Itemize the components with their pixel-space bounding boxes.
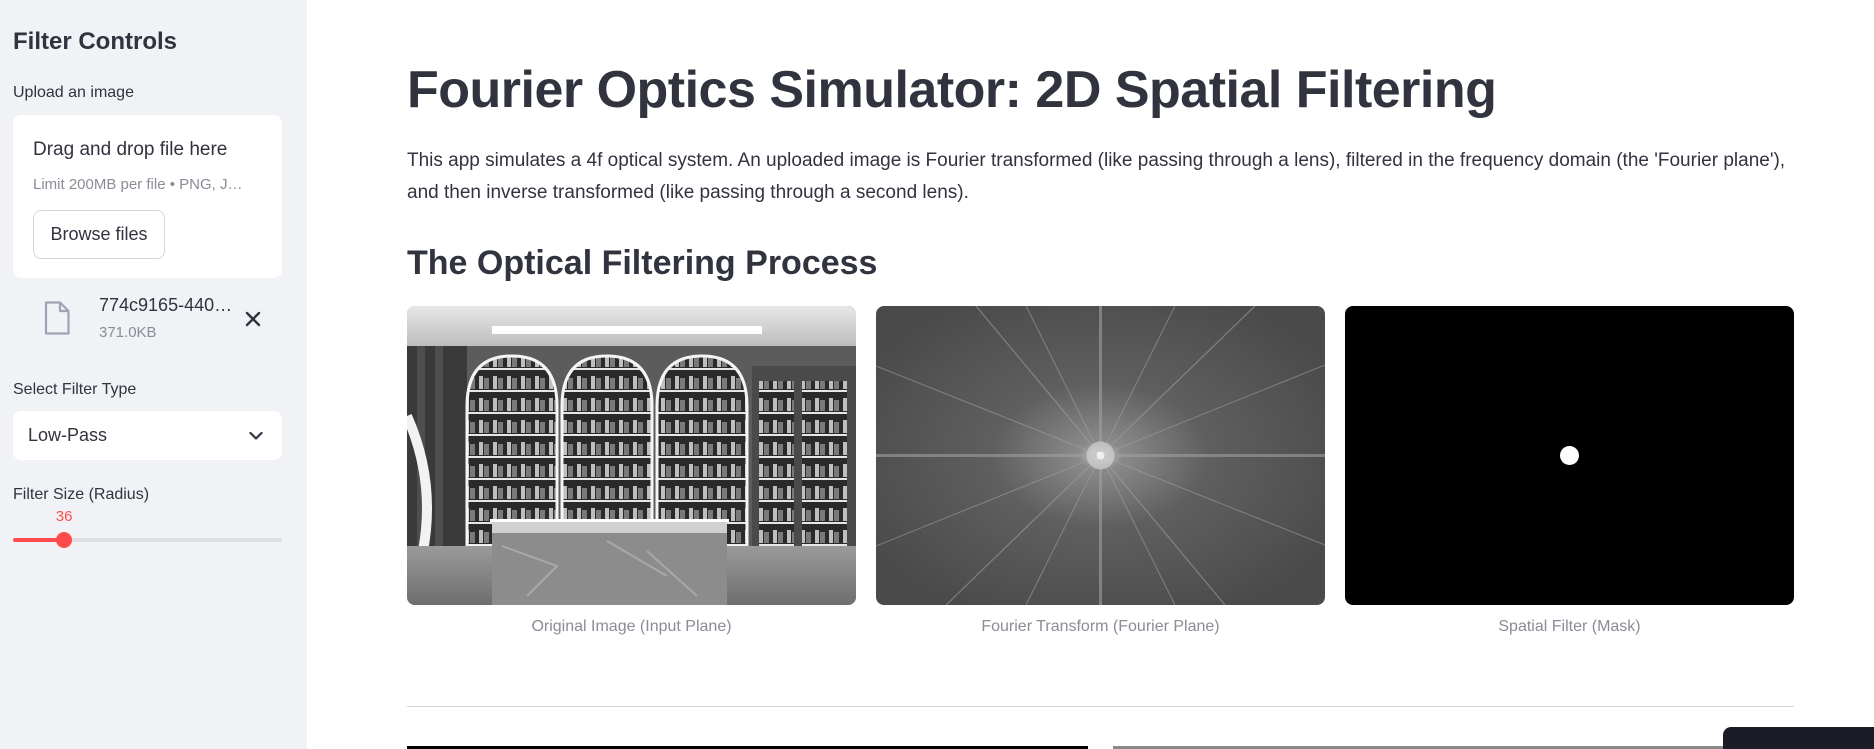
sidebar: Filter Controls Upload an image Drag and… xyxy=(0,0,307,749)
file-icon xyxy=(44,301,70,335)
uploaded-file-row: 774c9165-440… 371.0KB xyxy=(13,290,282,350)
uploaded-file-size: 371.0KB xyxy=(99,324,157,341)
caption-mask: Spatial Filter (Mask) xyxy=(1498,618,1641,635)
close-icon[interactable] xyxy=(240,306,266,332)
radius-slider[interactable]: 36 xyxy=(13,508,282,548)
divider xyxy=(407,706,1794,707)
radius-slider-thumb[interactable] xyxy=(56,532,73,548)
file-dropzone[interactable]: Drag and drop file here Limit 200MB per … xyxy=(13,115,282,278)
page-title: Fourier Optics Simulator: 2D Spatial Fil… xyxy=(407,61,1497,119)
filter-type-label: Select Filter Type xyxy=(13,381,137,398)
intro-paragraph: This app simulates a 4f optical system. … xyxy=(407,150,1786,203)
filter-type-select[interactable]: Low-Pass xyxy=(13,411,282,460)
upload-label: Upload an image xyxy=(13,84,134,101)
caption-original: Original Image (Input Plane) xyxy=(531,618,732,635)
sidebar-title: Filter Controls xyxy=(13,28,178,55)
fourier-transform-image xyxy=(876,306,1325,605)
uploaded-file-name: 774c9165-440… xyxy=(99,295,233,315)
dropzone-title: Drag and drop file here xyxy=(33,139,228,160)
spatial-filter-mask-image xyxy=(1345,306,1794,605)
status-widget[interactable] xyxy=(1723,727,1874,749)
dropzone-limit: Limit 200MB per file • PNG, J… xyxy=(33,176,243,193)
original-image xyxy=(407,306,856,605)
radius-label: Filter Size (Radius) xyxy=(13,486,150,503)
chevron-down-icon xyxy=(249,431,263,440)
caption-fourier: Fourier Transform (Fourier Plane) xyxy=(981,618,1220,635)
radius-slider-value: 36 xyxy=(55,508,73,525)
section-title: The Optical Filtering Process xyxy=(407,244,878,282)
browse-files-button[interactable]: Browse files xyxy=(33,210,165,259)
filter-type-value: Low-Pass xyxy=(28,425,108,445)
